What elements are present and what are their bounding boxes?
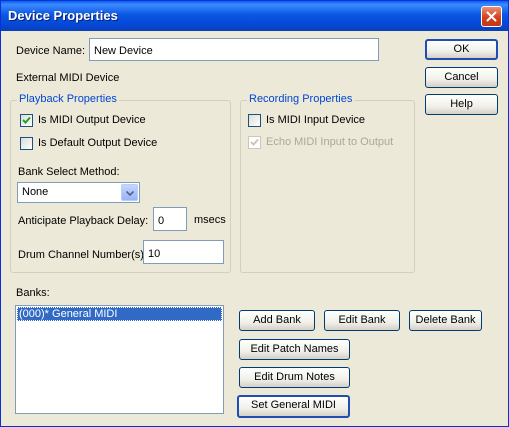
list-item[interactable]: (000)* General MIDI — [17, 307, 222, 321]
midi-input-label[interactable]: Is MIDI Input Device — [266, 114, 365, 126]
banks-label: Banks: — [16, 287, 50, 299]
echo-midi-checkbox — [248, 136, 261, 149]
drum-channel-label: Drum Channel Number(s): — [18, 249, 147, 261]
bank-select-value: None — [22, 186, 49, 198]
close-icon — [486, 11, 497, 22]
playback-group-title: Playback Properties — [17, 93, 119, 105]
default-output-label[interactable]: Is Default Output Device — [38, 137, 157, 149]
help-button[interactable]: Help — [425, 94, 498, 115]
edit-bank-button[interactable]: Edit Bank — [324, 310, 400, 331]
midi-input-checkbox[interactable] — [248, 114, 261, 127]
title-bar[interactable]: Device Properties — [1, 1, 508, 31]
echo-midi-label: Echo MIDI Input to Output — [266, 136, 394, 148]
device-name-label: Device Name: — [16, 45, 86, 57]
external-device-label: External MIDI Device — [16, 72, 120, 84]
dropdown-button[interactable] — [121, 184, 138, 201]
ok-button[interactable]: OK — [425, 39, 498, 60]
edit-drum-notes-button[interactable]: Edit Drum Notes — [239, 367, 350, 388]
edit-patch-names-button[interactable]: Edit Patch Names — [239, 339, 350, 360]
chevron-down-icon — [126, 191, 134, 196]
delete-bank-button[interactable]: Delete Bank — [409, 310, 482, 331]
device-name-field[interactable] — [89, 38, 379, 61]
close-button[interactable] — [481, 6, 502, 27]
window-title: Device Properties — [8, 8, 118, 23]
anticipate-delay-label: Anticipate Playback Delay: — [18, 215, 149, 227]
midi-output-label[interactable]: Is MIDI Output Device — [38, 114, 146, 126]
set-general-midi-button[interactable]: Set General MIDI — [237, 395, 350, 418]
add-bank-button[interactable]: Add Bank — [239, 310, 315, 331]
recording-group-title: Recording Properties — [247, 93, 355, 105]
device-properties-dialog: Device Properties Device Name: External … — [0, 0, 509, 427]
drum-channel-field[interactable] — [143, 240, 224, 264]
cancel-button[interactable]: Cancel — [425, 67, 498, 88]
bank-select-label: Bank Select Method: — [18, 166, 120, 178]
banks-listbox[interactable]: (000)* General MIDI — [15, 305, 224, 414]
anticipate-delay-field[interactable] — [153, 207, 187, 231]
default-output-checkbox[interactable] — [20, 137, 33, 150]
bank-select-dropdown[interactable]: None — [17, 182, 140, 203]
msecs-unit-label: msecs — [194, 214, 226, 226]
checkmark-icon — [22, 116, 31, 124]
midi-output-checkbox[interactable] — [20, 114, 33, 127]
checkmark-icon — [250, 138, 259, 146]
